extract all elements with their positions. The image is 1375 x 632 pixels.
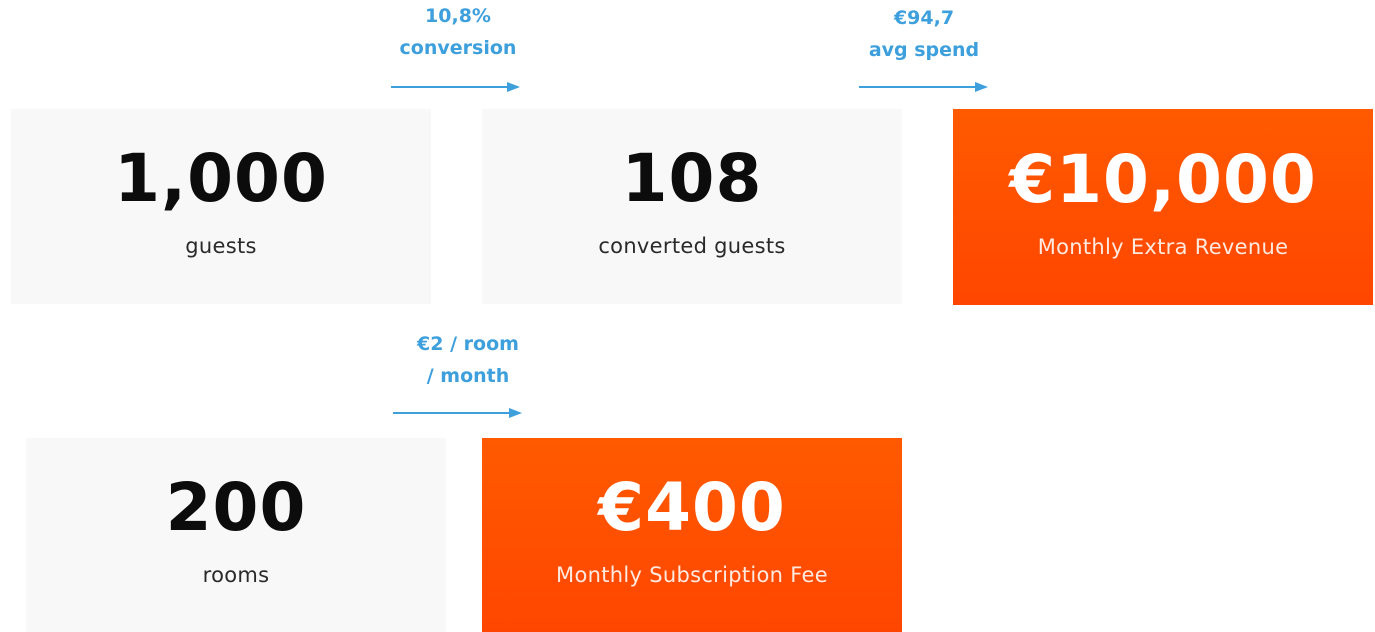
avg-spend-arrow-icon	[859, 80, 989, 94]
rooms-value: 200	[165, 468, 307, 546]
subscription-fee-value: €400	[598, 468, 786, 546]
price-per-room-value: €2 / room	[417, 333, 519, 355]
price-per-room-rate: €2 / room / month	[368, 328, 568, 392]
conversion-rate-label: conversion	[399, 37, 517, 59]
subscription-fee-card: €400 Monthly Subscription Fee	[482, 438, 902, 632]
converted-guests-card: 108 converted guests	[482, 109, 902, 304]
avg-spend-rate: €94,7 avg spend	[824, 2, 1024, 66]
avg-spend-label: avg spend	[868, 39, 980, 61]
conversion-arrow-icon	[391, 80, 521, 94]
rooms-label: rooms	[202, 562, 270, 587]
converted-guests-value: 108	[621, 140, 763, 217]
conversion-rate: 10,8% conversion	[358, 0, 558, 64]
monthly-revenue-label: Monthly Extra Revenue	[1037, 234, 1289, 259]
guests-label: guests	[185, 234, 257, 258]
monthly-revenue-card: €10,000 Monthly Extra Revenue	[953, 109, 1373, 305]
subscription-fee-label: Monthly Subscription Fee	[556, 562, 828, 587]
avg-spend-value: €94,7	[893, 7, 955, 29]
converted-guests-label: converted guests	[598, 234, 786, 258]
rooms-card: 200 rooms	[26, 438, 446, 632]
price-arrow-icon	[393, 406, 523, 420]
conversion-rate-value: 10,8%	[425, 5, 491, 27]
price-per-room-period: / month	[426, 365, 510, 387]
guests-value: 1,000	[114, 140, 328, 217]
guests-card: 1,000 guests	[11, 109, 431, 304]
monthly-revenue-value: €10,000	[1009, 140, 1317, 218]
